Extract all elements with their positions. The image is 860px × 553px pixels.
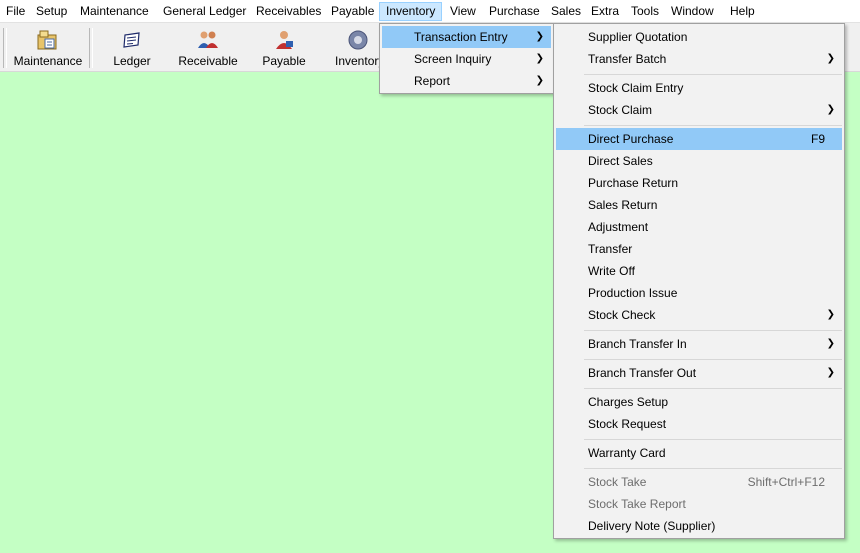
menu-item-label: Adjustment [588,220,649,234]
menu-item-label: Direct Purchase [588,132,674,146]
menu-general-ledger[interactable]: General Ledger [157,2,252,21]
menu-item-screen-inquiry[interactable]: Screen Inquiry ❯ [382,48,551,70]
menu-item-stock-take: Stock Take Shift+Ctrl+F12 [556,471,842,493]
receivable-icon [198,31,218,48]
menu-item-label: Charges Setup [588,395,669,409]
menu-item-label: Report [414,74,451,88]
menu-separator [584,468,842,469]
menu-item-sales-return[interactable]: Sales Return [556,194,842,216]
chevron-right-icon: ❯ [535,31,544,42]
menu-item-label: Stock Check [588,308,656,322]
toolbar-separator [89,28,93,68]
menu-item-label: Sales Return [588,198,658,212]
inventory-icon [348,30,368,50]
menu-file[interactable]: File [0,2,31,21]
menu-item-label: Branch Transfer In [588,337,687,351]
menu-item-supplier-quotation[interactable]: Supplier Quotation [556,26,842,48]
menu-item-label: Stock Claim [588,103,653,117]
menu-item-report[interactable]: Report ❯ [382,70,551,92]
menu-item-shortcut: Shift+Ctrl+F12 [747,475,825,489]
inventory-menu: Transaction Entry ❯ Screen Inquiry ❯ Rep… [379,23,554,94]
menu-item-transfer[interactable]: Transfer [556,238,842,260]
menu-separator [584,388,842,389]
receivable-label: Receivable [178,54,238,68]
menu-extra[interactable]: Extra [585,2,625,21]
menu-item-stock-take-report: Stock Take Report [556,493,842,515]
chevron-right-icon: ❯ [826,338,835,349]
menu-item-production-issue[interactable]: Production Issue [556,282,842,304]
chevron-right-icon: ❯ [535,53,544,64]
menu-item-label: Direct Sales [588,154,653,168]
menu-item-label: Stock Take Report [588,497,686,511]
menu-item-adjustment[interactable]: Adjustment [556,216,842,238]
menu-item-direct-purchase[interactable]: Direct Purchase F9 [556,128,842,150]
menu-separator [584,74,842,75]
menu-sales[interactable]: Sales [545,2,587,21]
menu-item-label: Delivery Note (Supplier) [588,519,716,533]
menu-payable[interactable]: Payable [325,2,380,21]
menu-setup[interactable]: Setup [30,2,73,21]
menu-item-label: Supplier Quotation [588,30,688,44]
menu-item-charges-setup[interactable]: Charges Setup [556,391,842,413]
menu-item-label: Branch Transfer Out [588,366,697,380]
menu-item-branch-transfer-out[interactable]: Branch Transfer Out ❯ [556,362,842,384]
receivable-button[interactable]: Receivable [173,27,243,69]
menu-inventory[interactable]: Inventory [379,2,443,21]
payable-icon [276,31,293,49]
menu-view[interactable]: View [444,2,482,21]
menu-item-branch-transfer-in[interactable]: Branch Transfer In ❯ [556,333,842,355]
menu-item-label: Stock Take [588,475,647,489]
maintenance-label: Maintenance [13,54,83,68]
menu-item-stock-request[interactable]: Stock Request [556,413,842,435]
chevron-right-icon: ❯ [826,367,835,378]
transaction-entry-submenu: Supplier Quotation Transfer Batch ❯ Stoc… [553,23,845,539]
menu-item-write-off[interactable]: Write Off [556,260,842,282]
menu-tools[interactable]: Tools [625,2,665,21]
menu-separator [584,330,842,331]
menu-purchase[interactable]: Purchase [483,2,546,21]
menu-item-label: Stock Claim Entry [588,81,684,95]
ledger-icon [123,32,140,48]
chevron-right-icon: ❯ [826,309,835,320]
menu-item-label: Warranty Card [588,446,666,460]
menu-item-label: Transfer Batch [588,52,667,66]
menu-item-label: Purchase Return [588,176,679,190]
menu-item-label: Stock Request [588,417,667,431]
toolbar-grip[interactable] [3,28,7,68]
chevron-right-icon: ❯ [535,75,544,86]
menu-item-stock-claim-entry[interactable]: Stock Claim Entry [556,77,842,99]
menu-item-label: Transaction Entry [414,30,508,44]
menu-separator [584,359,842,360]
menu-receivables[interactable]: Receivables [250,2,327,21]
menu-item-stock-claim[interactable]: Stock Claim ❯ [556,99,842,121]
menu-item-direct-sales[interactable]: Direct Sales [556,150,842,172]
ledger-label: Ledger [113,54,151,68]
menu-item-transfer-batch[interactable]: Transfer Batch ❯ [556,48,842,70]
ledger-button[interactable]: Ledger [102,27,162,69]
menu-separator [584,439,842,440]
maintenance-button[interactable]: Maintenance [8,27,88,69]
menu-item-purchase-return[interactable]: Purchase Return [556,172,842,194]
menu-item-label: Production Issue [588,286,678,300]
menu-item-shortcut: F9 [810,132,825,146]
menu-maintenance[interactable]: Maintenance [74,2,155,21]
maintenance-icon [37,30,57,50]
payable-button[interactable]: Payable [254,27,314,69]
menu-window[interactable]: Window [665,2,720,21]
chevron-right-icon: ❯ [826,53,835,64]
menu-help[interactable]: Help [724,2,761,21]
menu-item-label: Screen Inquiry [414,52,492,66]
menu-item-label: Transfer [588,242,633,256]
menu-item-stock-check[interactable]: Stock Check ❯ [556,304,842,326]
payable-label: Payable [262,54,306,68]
menu-item-label: Write Off [588,264,635,278]
menu-separator [584,125,842,126]
menu-item-transaction-entry[interactable]: Transaction Entry ❯ [382,26,551,48]
menu-bar: File Setup Maintenance General Ledger Re… [0,0,860,23]
menu-item-delivery-note-supplier[interactable]: Delivery Note (Supplier) [556,515,842,537]
chevron-right-icon: ❯ [826,104,835,115]
menu-item-warranty-card[interactable]: Warranty Card [556,442,842,464]
